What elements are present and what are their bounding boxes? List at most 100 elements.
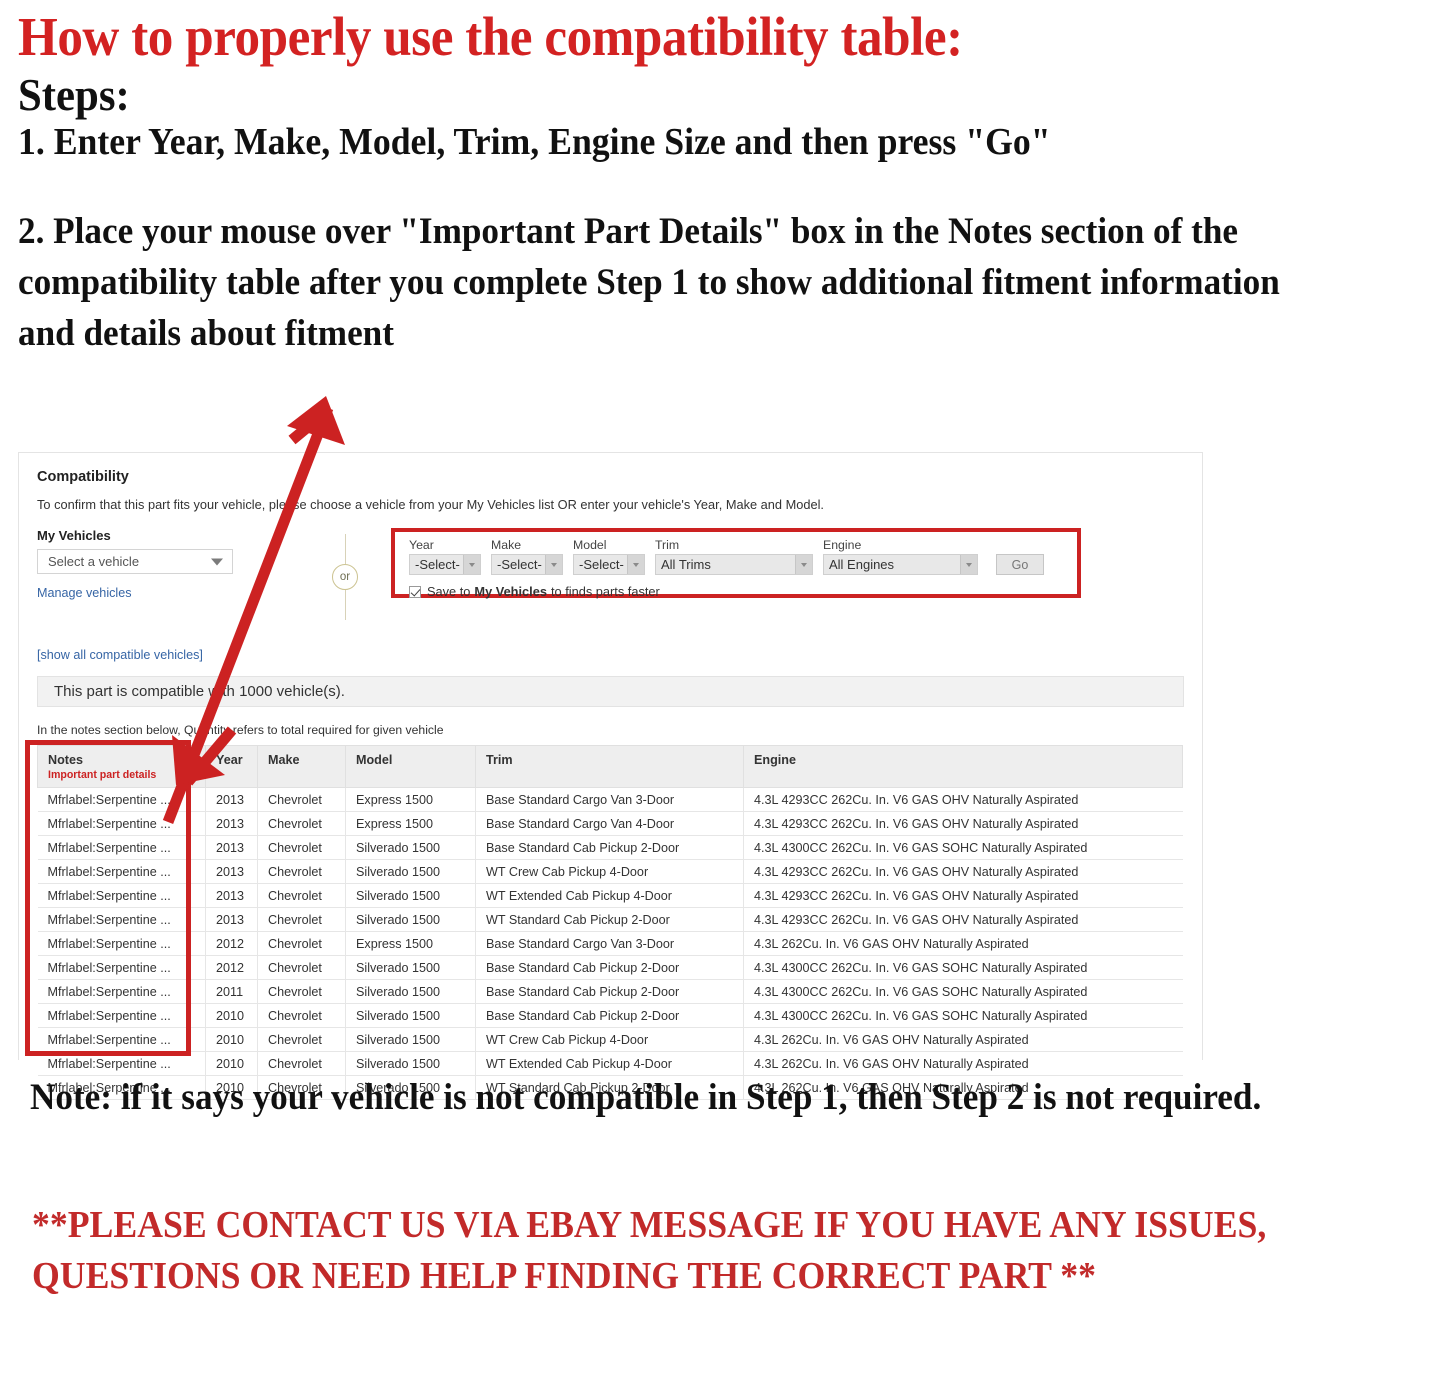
cell-model: Silverado 1500 [345, 1003, 476, 1028]
my-vehicles-section: My Vehicles Select a vehicle Manage vehi… [37, 528, 337, 600]
column-header-year[interactable]: Year [205, 745, 258, 788]
table-row[interactable]: Mfrlabel:Serpentine ... 2011 Chevrolet Silv… [37, 979, 1183, 1004]
quantity-note: In the notes section below, Quantity ref… [37, 723, 444, 737]
column-header-trim[interactable]: Trim [475, 745, 744, 788]
year-select[interactable]: -Select- [409, 554, 481, 575]
go-button[interactable]: Go [996, 554, 1044, 575]
cell-engine: 4.3L 4300CC 262Cu. In. V6 GAS SOHC Natur… [743, 955, 1183, 980]
save-to-my-vehicles-row[interactable]: Save to My Vehicles to finds parts faste… [409, 584, 1067, 599]
trim-field: Trim All Trims [655, 538, 813, 575]
chevron-down-icon [960, 555, 977, 574]
cell-year: 2013 [205, 907, 258, 932]
save-prefix-label: Save to [427, 584, 471, 599]
table-row[interactable]: Mfrlabel:Serpentine ... 2013 Chevrolet Expr… [37, 811, 1183, 836]
cell-model: Silverado 1500 [345, 907, 476, 932]
my-vehicles-select-value: Select a vehicle [48, 554, 140, 569]
cell-make: Chevrolet [257, 787, 346, 812]
cell-model: Silverado 1500 [345, 1027, 476, 1052]
engine-select-value: All Engines [829, 557, 895, 572]
cell-make: Chevrolet [257, 859, 346, 884]
chevron-down-icon [627, 555, 644, 574]
engine-label: Engine [823, 538, 862, 552]
column-header-notes[interactable]: Notes Important part details [37, 745, 206, 788]
save-checkbox[interactable] [409, 585, 421, 598]
cell-engine: 4.3L 262Cu. In. V6 GAS OHV Naturally Asp… [743, 1027, 1183, 1052]
table-row[interactable]: Mfrlabel:Serpentine ... 2013 Chevrolet Expr… [37, 787, 1183, 812]
year-select-value: -Select- [415, 557, 460, 572]
cell-notes[interactable]: Mfrlabel:Serpentine ... [37, 883, 206, 908]
cell-year: 2013 [205, 883, 258, 908]
cell-notes[interactable]: Mfrlabel:Serpentine ... [37, 955, 206, 980]
table-row[interactable]: Mfrlabel:Serpentine ... 2013 Chevrolet Silv… [37, 835, 1183, 860]
table-row[interactable]: Mfrlabel:Serpentine ... 2013 Chevrolet Silv… [37, 859, 1183, 884]
cell-year: 2010 [205, 1027, 258, 1052]
cell-notes[interactable]: Mfrlabel:Serpentine ... [37, 1003, 206, 1028]
cell-trim: Base Standard Cab Pickup 2-Door [475, 835, 744, 860]
important-part-details-label: Important part details [48, 769, 157, 781]
column-header-make[interactable]: Make [257, 745, 346, 788]
cell-trim: Base Standard Cab Pickup 2-Door [475, 1003, 744, 1028]
trim-label: Trim [655, 538, 680, 552]
table-row[interactable]: Mfrlabel:Serpentine ... 2013 Chevrolet Silv… [37, 907, 1183, 932]
show-all-compatible-vehicles-link[interactable]: [show all compatible vehicles] [37, 648, 1184, 662]
model-select[interactable]: -Select- [573, 554, 645, 575]
cell-year: 2013 [205, 835, 258, 860]
cell-engine: 4.3L 262Cu. In. V6 GAS OHV Naturally Asp… [743, 931, 1183, 956]
table-row[interactable]: Mfrlabel:Serpentine ... 2010 Chevrolet Silv… [37, 1027, 1183, 1052]
cell-engine: 4.3L 4300CC 262Cu. In. V6 GAS SOHC Natur… [743, 1003, 1183, 1028]
cell-make: Chevrolet [257, 1003, 346, 1028]
cell-trim: WT Extended Cab Pickup 4-Door [475, 883, 744, 908]
steps-label: Steps: [18, 69, 130, 121]
cell-notes[interactable]: Mfrlabel:Serpentine ... [37, 859, 206, 884]
compatibility-subheading: To confirm that this part fits your vehi… [37, 497, 824, 512]
cell-trim: WT Crew Cab Pickup 4-Door [475, 859, 744, 884]
cell-year: 2011 [205, 979, 258, 1004]
instructions-header: How to properly use the compatibility ta… [0, 0, 1445, 359]
cell-year: 2013 [205, 811, 258, 836]
engine-select[interactable]: All Engines [823, 554, 978, 575]
cell-engine: 4.3L 4293CC 262Cu. In. V6 GAS OHV Natura… [743, 907, 1183, 932]
arrowhead-up [287, 396, 345, 445]
save-bold-label: My Vehicles [474, 584, 547, 599]
column-header-engine[interactable]: Engine [743, 745, 1183, 788]
manage-vehicles-link[interactable]: Manage vehicles [37, 586, 337, 600]
table-row[interactable]: Mfrlabel:Serpentine ... 2013 Chevrolet Silv… [37, 883, 1183, 908]
fitment-table: Notes Important part details Year Make M… [37, 745, 1183, 1100]
cell-make: Chevrolet [257, 1027, 346, 1052]
cell-model: Silverado 1500 [345, 955, 476, 980]
column-header-model[interactable]: Model [345, 745, 476, 788]
table-row[interactable]: Mfrlabel:Serpentine ... 2012 Chevrolet Silv… [37, 955, 1183, 980]
cell-engine: 4.3L 4293CC 262Cu. In. V6 GAS OHV Natura… [743, 859, 1183, 884]
cell-make: Chevrolet [257, 931, 346, 956]
cell-notes[interactable]: Mfrlabel:Serpentine ... [37, 1027, 206, 1052]
cell-year: 2012 [205, 955, 258, 980]
cell-notes[interactable]: Mfrlabel:Serpentine ... [37, 787, 206, 812]
engine-field: Engine All Engines [823, 538, 978, 575]
trim-select[interactable]: All Trims [655, 554, 813, 575]
cell-notes[interactable]: Mfrlabel:Serpentine ... [37, 907, 206, 932]
cell-engine: 4.3L 4300CC 262Cu. In. V6 GAS SOHC Natur… [743, 979, 1183, 1004]
table-row[interactable]: Mfrlabel:Serpentine ... 2012 Chevrolet Expr… [37, 931, 1183, 956]
compatibility-panel: Compatibility To confirm that this part … [18, 452, 1203, 1100]
cell-model: Silverado 1500 [345, 859, 476, 884]
cell-year: 2010 [205, 1003, 258, 1028]
cell-engine: 4.3L 4293CC 262Cu. In. V6 GAS OHV Natura… [743, 811, 1183, 836]
chevron-down-icon [545, 555, 562, 574]
model-field: Model -Select- [573, 538, 645, 575]
make-select-value: -Select- [497, 557, 542, 572]
my-vehicles-select[interactable]: Select a vehicle [37, 549, 233, 574]
table-row[interactable]: Mfrlabel:Serpentine ... 2010 Chevrolet Silv… [37, 1003, 1183, 1028]
cell-notes[interactable]: Mfrlabel:Serpentine ... [37, 979, 206, 1004]
cell-make: Chevrolet [257, 907, 346, 932]
cell-model: Express 1500 [345, 787, 476, 812]
cell-notes[interactable]: Mfrlabel:Serpentine ... [37, 931, 206, 956]
footer-contact-message: **PLEASE CONTACT US VIA EBAY MESSAGE IF … [32, 1204, 1267, 1297]
vehicle-chooser: My Vehicles Select a vehicle Manage vehi… [37, 528, 1184, 648]
cell-make: Chevrolet [257, 811, 346, 836]
cell-notes[interactable]: Mfrlabel:Serpentine ... [37, 811, 206, 836]
make-select[interactable]: -Select- [491, 554, 563, 575]
cell-model: Silverado 1500 [345, 979, 476, 1004]
compatibility-status-banner: This part is compatible with 1000 vehicl… [37, 676, 1184, 707]
cell-model: Express 1500 [345, 811, 476, 836]
cell-notes[interactable]: Mfrlabel:Serpentine ... [37, 835, 206, 860]
